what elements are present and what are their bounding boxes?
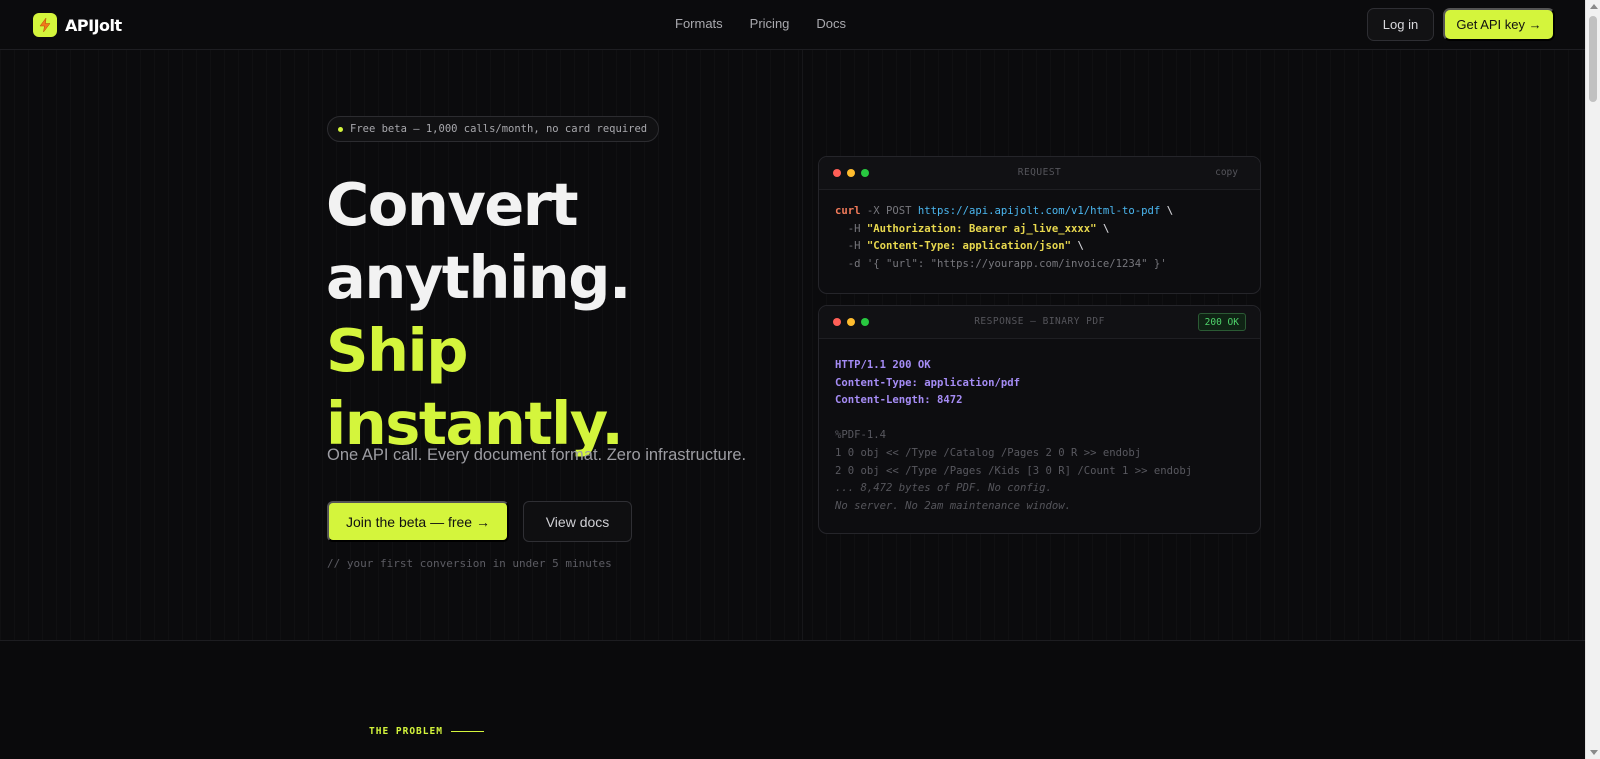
code-string: "Content-Type: application/json"	[866, 240, 1071, 253]
request-code: curl -X POST https://api.apijolt.com/v1/…	[819, 190, 1260, 287]
section-label-rule	[450, 731, 484, 732]
code-line: curl -X POST https://api.apijolt.com/v1/…	[835, 203, 1244, 221]
code-continuation: \	[1071, 240, 1084, 253]
nav-link-formats[interactable]: Formats	[675, 16, 723, 31]
code-flag: -X POST	[860, 205, 918, 217]
pdf-body-line: %PDF-1.4	[835, 429, 887, 442]
pdf-body-line: 1 0 obj << /Type /Catalog /Pages 2 0 R >…	[835, 446, 1142, 459]
background-divider	[802, 50, 803, 640]
status-dot-icon	[338, 126, 343, 132]
code-continuation: \	[1160, 205, 1174, 217]
hero-subhead: One API call. Every document format. Zer…	[327, 446, 747, 464]
code-flag: -d	[835, 257, 867, 270]
nav-link-pricing[interactable]: Pricing	[750, 16, 790, 31]
response-header-line: HTTP/1.1 200 OK	[835, 359, 931, 371]
request-card-title: REQUEST	[1017, 167, 1062, 178]
response-header-line: Content-Type: application/pdf	[835, 376, 1020, 389]
scrollbar-thumb[interactable]	[1589, 16, 1597, 102]
lightning-bolt-icon	[33, 13, 57, 37]
copy-button[interactable]: copy	[1215, 167, 1238, 178]
code-string: "Authorization: Bearer aj_live_xxxx"	[866, 222, 1097, 235]
code-flag: -H	[835, 222, 867, 235]
response-code: HTTP/1.1 200 OK Content-Type: application…	[819, 339, 1260, 529]
status-badge: 200 OK	[1197, 313, 1246, 331]
code-line: -H "Content-Type: application/json" \	[835, 238, 1244, 256]
pdf-comment-line: ... 8,472 bytes of PDF. No config.	[835, 482, 1052, 495]
code-command: curl	[835, 205, 861, 217]
code-continuation: \	[1096, 222, 1110, 235]
pdf-comment-line: No server. No 2am maintenance window.	[835, 499, 1071, 512]
headline-line-3: Ship	[326, 316, 468, 385]
top-nav: APIJolt Formats Pricing Docs Log in Get …	[0, 0, 1585, 50]
headline-line-2: anything.	[326, 243, 631, 312]
scroll-down-arrow-icon[interactable]	[1590, 750, 1598, 755]
hero-headline: Convert anything. Ship instantly.	[326, 168, 796, 460]
section-label-text: THE PROBLEM	[369, 726, 443, 737]
login-button[interactable]: Log in	[1367, 8, 1434, 41]
brand-logo[interactable]: APIJolt	[33, 13, 122, 37]
code-payload: '{ "url": "https://yourapp.com/invoice/1…	[866, 257, 1167, 270]
get-api-key-button[interactable]: Get API key →	[1443, 8, 1555, 41]
nav-links: Formats Pricing Docs	[675, 16, 846, 31]
response-header-line: Content-Length: 8472	[835, 394, 963, 407]
request-card-header: REQUEST copy	[819, 157, 1260, 190]
join-beta-button[interactable]: Join the beta — free →	[327, 501, 509, 542]
response-card: RESPONSE — BINARY PDF 200 OK HTTP/1.1 20…	[818, 305, 1261, 534]
code-line: -d '{ "url": "https://yourapp.com/invoic…	[835, 256, 1244, 274]
response-card-title: RESPONSE — BINARY PDF	[974, 316, 1105, 327]
scroll-up-arrow-icon[interactable]	[1590, 4, 1598, 9]
problem-section-label: THE PROBLEM	[369, 726, 484, 737]
problem-section	[0, 641, 1585, 759]
pdf-body-line: 2 0 obj << /Type /Pages /Kids [3 0 R] /C…	[835, 464, 1193, 477]
beta-badge: Free beta — 1,000 calls/month, no card r…	[327, 116, 660, 142]
beta-badge-text: Free beta — 1,000 calls/month, no card r…	[350, 123, 648, 135]
headline-line-1: Convert	[326, 170, 579, 239]
response-card-header: RESPONSE — BINARY PDF 200 OK	[819, 306, 1260, 339]
hero-hint: // your first conversion in under 5 minu…	[327, 557, 612, 570]
code-line: -H "Authorization: Bearer aj_live_xxxx" …	[835, 221, 1244, 239]
code-flag: -H	[835, 240, 867, 253]
view-docs-button[interactable]: View docs	[523, 501, 632, 542]
nav-link-docs[interactable]: Docs	[816, 16, 846, 31]
brand-name: APIJolt	[65, 15, 122, 35]
page-scrollbar[interactable]	[1585, 0, 1600, 759]
code-url: https://api.apijolt.com/v1/html-to-pdf	[917, 205, 1161, 217]
request-card: REQUEST copy curl -X POST https://api.ap…	[818, 156, 1261, 294]
